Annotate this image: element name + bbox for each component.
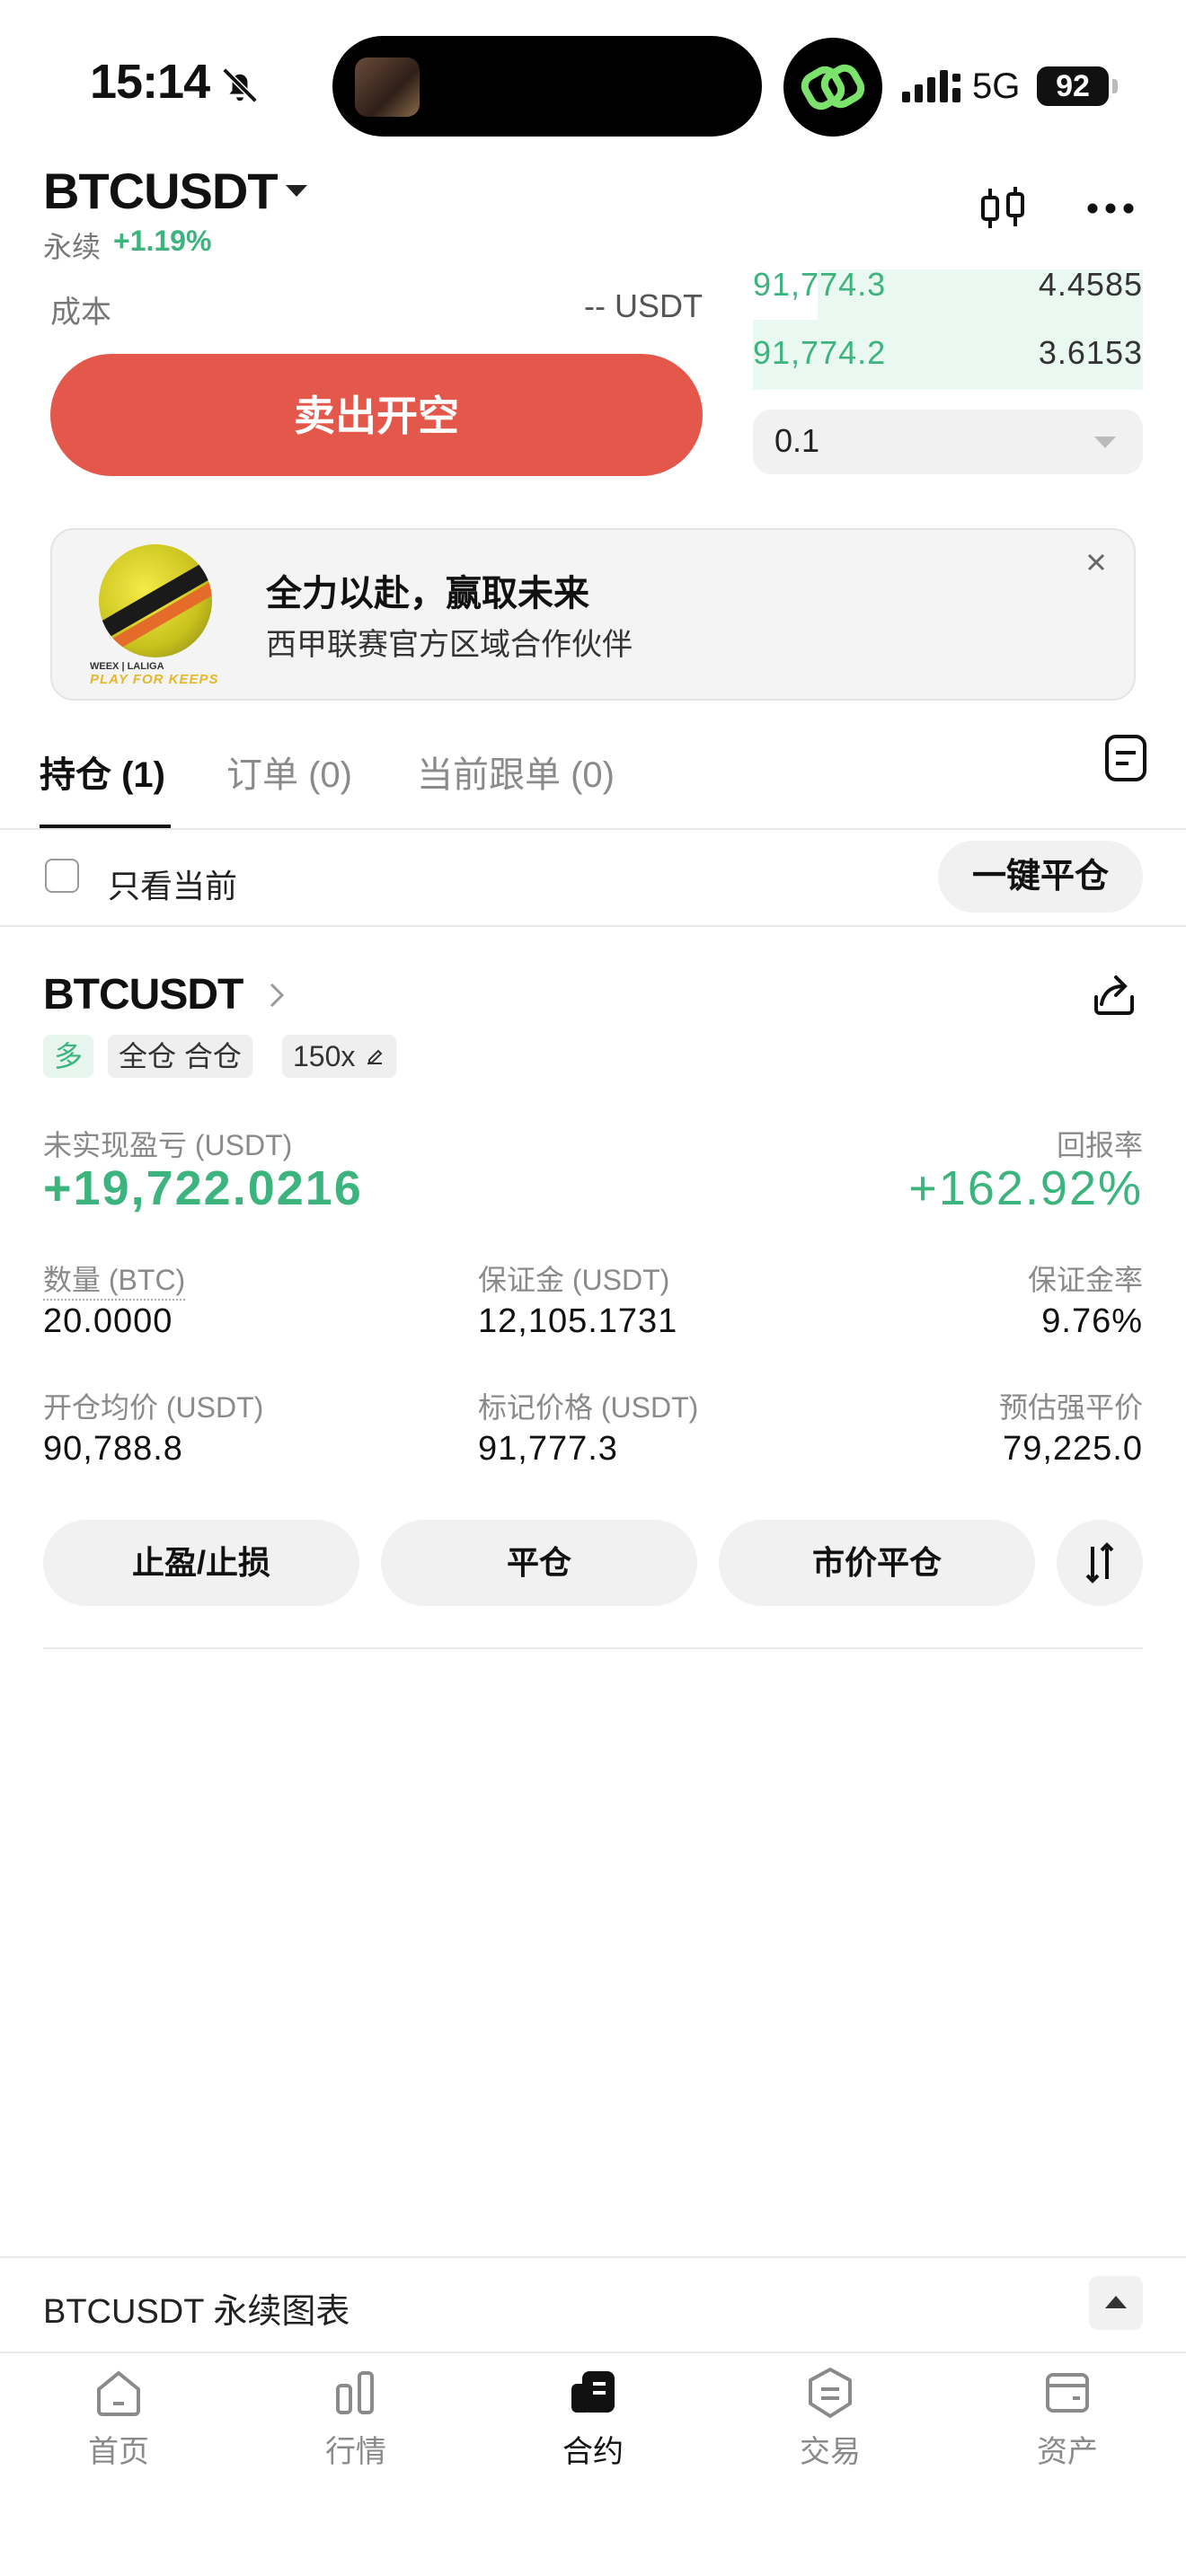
close-all-button[interactable]: 一键平仓: [938, 841, 1143, 913]
market-close-button[interactable]: 市价平仓: [719, 1520, 1035, 1606]
tab-orders[interactable]: 订单 (0): [226, 745, 352, 798]
quantity-select[interactable]: 0.1: [753, 410, 1143, 474]
chart-bar-label[interactable]: BTCUSDT 永续图表: [43, 2283, 350, 2333]
caret-down-icon[interactable]: [286, 185, 307, 197]
sell-open-short-button[interactable]: 卖出开空: [50, 354, 703, 476]
banner-slogan: PLAY FOR KEEPS: [90, 672, 219, 687]
ask-size: 4.4585: [1038, 266, 1143, 303]
chevron-right-icon[interactable]: [266, 981, 288, 1010]
battery-level: 92: [1037, 66, 1109, 106]
margin-label: 保证金 (USDT): [478, 1264, 670, 1296]
ask-price: 91,774.3: [753, 266, 887, 303]
network-type: 5G: [972, 66, 1021, 106]
futures-icon: [571, 2371, 615, 2413]
nav-label: 资产: [1037, 2435, 1098, 2469]
liq-price-value: 79,225.0: [1003, 1430, 1143, 1468]
banner-subtitle: 西甲联赛官方区域合作伙伴: [266, 628, 633, 662]
contract-type: 永续: [43, 231, 102, 263]
more-icon[interactable]: [1085, 201, 1136, 216]
order-book-row[interactable]: 91,774.2 3.6153: [753, 334, 1143, 384]
nav-market[interactable]: 行情: [293, 2359, 419, 2469]
qty-label[interactable]: 数量 (BTC): [43, 1257, 186, 1301]
ask-size: 3.6153: [1038, 334, 1143, 371]
nav-label: 合约: [562, 2435, 624, 2469]
link-icon: [801, 64, 865, 110]
mark-price-value: 91,777.3: [478, 1430, 618, 1468]
bell-muted-icon: [222, 67, 258, 103]
ask-price: 91,774.2: [753, 334, 887, 371]
document-icon[interactable]: [1103, 733, 1148, 783]
caret-up-icon: [1105, 2296, 1127, 2308]
divider: [43, 1647, 1143, 1649]
status-time: 15:14: [90, 55, 210, 109]
edit-icon: [367, 1049, 383, 1064]
margin-mode-tag: 全仓 合仓: [108, 1035, 252, 1078]
close-position-button[interactable]: 平仓: [381, 1520, 697, 1606]
leverage-value: 150x: [293, 1040, 356, 1072]
cost-value: -- USDT: [584, 287, 703, 324]
unrealized-pnl: +19,722.0216: [43, 1161, 363, 1215]
signal-icon: [902, 70, 960, 102]
divider: [0, 2256, 1186, 2258]
entry-price-label: 开仓均价 (USDT): [43, 1391, 264, 1424]
nav-trade[interactable]: 交易: [767, 2359, 893, 2469]
nav-home[interactable]: 首页: [56, 2359, 181, 2469]
side-tag: 多: [43, 1035, 94, 1078]
close-icon[interactable]: [1084, 550, 1109, 575]
nav-label: 首页: [88, 2435, 149, 2469]
price-change: +1.19%: [113, 225, 212, 257]
roe-value: +162.92%: [908, 1161, 1143, 1215]
candlestick-icon[interactable]: [978, 183, 1028, 234]
banner-logo-text: WEEX | LALIGA: [90, 661, 164, 672]
nav-label: 行情: [325, 2435, 386, 2469]
position-symbol[interactable]: BTCUSDT: [43, 970, 243, 1019]
market-icon: [336, 2371, 374, 2414]
divider: [0, 2351, 1186, 2353]
banner-title: 全力以赴，赢取未来: [266, 574, 589, 613]
nav-label: 交易: [800, 2435, 861, 2469]
tpsl-button[interactable]: 止盈/止损: [43, 1520, 359, 1606]
caret-down-icon: [1094, 437, 1116, 448]
wallet-icon: [1046, 2373, 1089, 2413]
trade-icon: [809, 2368, 852, 2418]
qty-value: 20.0000: [43, 1302, 173, 1340]
roe-label: 回报率: [1056, 1129, 1143, 1161]
margin-value: 12,105.1731: [478, 1302, 678, 1340]
liq-price-label: 预估强平价: [998, 1391, 1143, 1424]
only-current-checkbox[interactable]: [45, 859, 79, 893]
unrealized-pnl-label: 未实现盈亏 (USDT): [43, 1129, 293, 1161]
tab-copy-trades[interactable]: 当前跟单 (0): [417, 745, 615, 798]
chart-expand-button[interactable]: [1089, 2276, 1143, 2330]
order-book-row[interactable]: 91,774.3 4.4585: [753, 266, 1143, 316]
only-current-label[interactable]: 只看当前: [108, 860, 237, 907]
quantity-value: 0.1: [774, 422, 820, 459]
nav-futures[interactable]: 合约: [530, 2359, 656, 2469]
tab-positions[interactable]: 持仓 (1): [40, 745, 165, 798]
now-playing-thumbnail[interactable]: [355, 57, 420, 117]
swap-arrows-icon: [1085, 1542, 1114, 1584]
home-icon: [97, 2371, 140, 2416]
leverage-tag[interactable]: 150x: [282, 1035, 397, 1078]
divider: [0, 828, 1186, 830]
nav-assets[interactable]: 资产: [1005, 2359, 1130, 2469]
football-image: [99, 544, 212, 657]
mark-price-label: 标记价格 (USDT): [478, 1391, 699, 1424]
symbol-selector[interactable]: BTCUSDT: [43, 162, 279, 220]
entry-price-value: 90,788.8: [43, 1430, 183, 1468]
share-icon[interactable]: [1089, 970, 1139, 1020]
cost-label: 成本: [50, 296, 111, 330]
divider: [0, 925, 1186, 927]
reverse-position-button[interactable]: [1057, 1520, 1143, 1606]
app-activity-indicator[interactable]: [783, 38, 882, 137]
battery-tip: [1112, 79, 1118, 93]
margin-ratio-label: 保证金率: [1027, 1264, 1143, 1296]
margin-ratio-value: 9.76%: [1041, 1302, 1143, 1340]
